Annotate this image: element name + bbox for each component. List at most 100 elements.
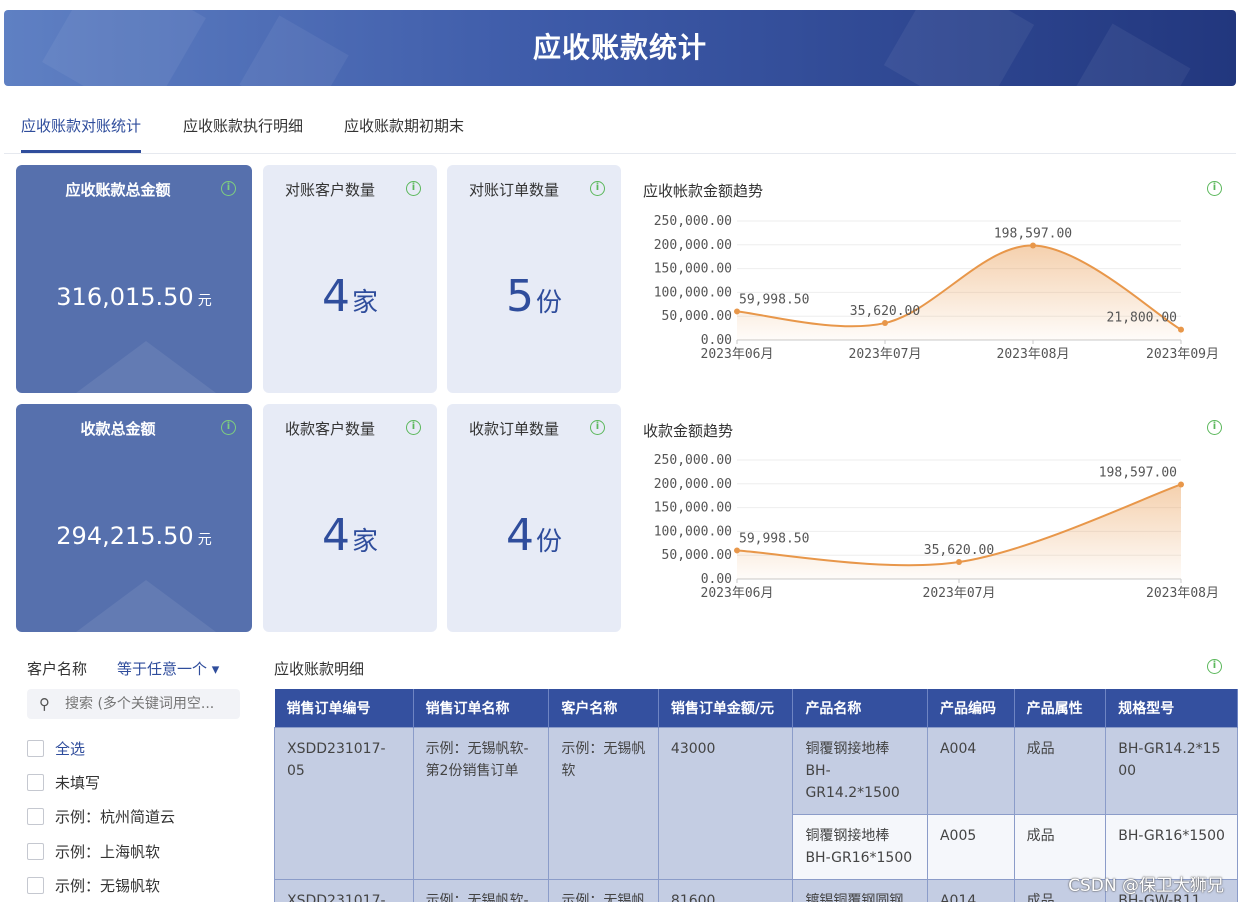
data-label: 59,998.50: [739, 292, 809, 307]
product-code-cell: A005: [926, 813, 1015, 880]
x-tick-label: 2023年07月: [849, 347, 922, 362]
data-point: [1178, 326, 1184, 333]
order-name-cell: 示例：无锡帆软-第2份销售订单: [412, 726, 550, 880]
product-name-cell: 铜覆钢接地棒BH-GR16*1500: [792, 813, 928, 880]
x-tick-label: 2023年06月: [701, 347, 774, 362]
watermark: CSDN @保卫大狮兄: [1068, 876, 1224, 896]
received-customers-card: 收款客户数量 i 4家: [263, 404, 437, 632]
data-label: 35,620.00: [850, 304, 920, 319]
y-tick-label: 50,000.00: [662, 309, 732, 324]
filter-option-label: 全选: [55, 740, 86, 758]
y-tick-label: 0.00: [701, 333, 732, 348]
info-icon[interactable]: i: [1207, 659, 1222, 674]
y-tick-label: 150,000.00: [654, 501, 732, 516]
x-tick-label: 2023年09月: [1146, 347, 1219, 362]
table-row: XSDD231017-05 示例：无锡帆软-第2份销售订单 示例：无锡帆软 43…: [274, 726, 1238, 880]
amount-unit: 元: [197, 293, 212, 309]
order-name-cell: 示例：无锡帆软-第1份销售订单: [412, 878, 550, 902]
tab-execution-details[interactable]: 应收账款执行明细: [183, 100, 303, 153]
tab-reconciliation-stats[interactable]: 应收账款对账统计: [21, 100, 142, 153]
info-icon[interactable]: i: [590, 420, 605, 435]
recon-orders-card: 对账订单数量 i 5份: [447, 165, 621, 393]
tab-opening-closing[interactable]: 应收账款期初期末: [344, 100, 464, 153]
received-trend-title: 收款金额趋势: [643, 422, 734, 440]
info-icon[interactable]: i: [406, 420, 421, 435]
y-tick-label: 200,000.00: [654, 477, 732, 492]
filter-search-input[interactable]: [65, 689, 233, 719]
data-point: [882, 320, 888, 327]
column-header[interactable]: 销售订单金额/元: [658, 689, 794, 727]
data-label: 35,620.00: [924, 543, 994, 558]
received-orders-card: 收款订单数量 i 4份: [447, 404, 621, 632]
card-title: 收款客户数量: [285, 420, 376, 438]
product-spec-cell: BH-GR16*1500: [1105, 813, 1238, 880]
x-tick-label: 2023年08月: [1146, 586, 1219, 601]
data-label: 21,800.00: [1107, 311, 1177, 326]
received-trend-chart: 0.00 50,000.00 100,000.00 150,000.00 200,000…: [654, 453, 1219, 601]
x-tick-label: 2023年08月: [997, 347, 1070, 362]
x-tick-label: 2023年06月: [701, 586, 774, 601]
card-title: 对账客户数量: [285, 181, 376, 199]
column-header[interactable]: 产品名称: [792, 689, 928, 727]
column-header[interactable]: 产品编码: [927, 689, 1015, 727]
product-attr-cell: 成品: [1013, 726, 1107, 815]
info-icon[interactable]: i: [406, 181, 421, 196]
product-code-cell: A004: [926, 726, 1015, 815]
checkbox[interactable]: [27, 877, 44, 894]
y-tick-label: 200,000.00: [654, 238, 732, 253]
card-title: 应收账款总金额: [65, 181, 171, 199]
received-orders-value: 4份: [447, 510, 621, 561]
data-label: 198,597.00: [994, 226, 1072, 241]
filter-option-label: 示例：无锡帆软: [55, 877, 161, 895]
recon-orders-value: 5份: [447, 271, 621, 322]
filter-option-label: 示例：上海帆软: [55, 843, 161, 861]
recon-customers-card: 对账客户数量 i 4家: [263, 165, 437, 393]
data-label: 198,597.00: [1099, 465, 1177, 480]
product-name-cell: 铜覆钢接地棒BH-GR14.2*1500: [792, 726, 928, 815]
header-banner: 应收账款统计: [4, 10, 1236, 86]
info-icon[interactable]: i: [590, 181, 605, 196]
data-label: 59,998.50: [739, 531, 809, 546]
data-point: [1030, 242, 1036, 249]
info-icon[interactable]: i: [221, 181, 236, 196]
checkbox[interactable]: [27, 808, 44, 825]
receivable-trend-chart: 0.00 50,000.00 100,000.00 150,000.00 200,000…: [654, 214, 1219, 362]
tab-bar: 应收账款对账统计 应收账款执行明细 应收账款期初期末: [4, 100, 1236, 154]
product-spec-cell: BH-GR14.2*1500: [1105, 726, 1238, 815]
page-title: 应收账款统计: [532, 31, 707, 64]
count-number: 5: [505, 271, 534, 322]
card-title: 收款总金额: [80, 420, 156, 438]
info-icon[interactable]: i: [221, 420, 236, 435]
product-name-cell: 镀锡铜覆钢圆钢BH-GW-R11: [792, 878, 928, 902]
count-unit: 份: [535, 288, 562, 318]
card-title: 对账订单数量: [469, 181, 560, 199]
column-header[interactable]: 销售订单编号: [274, 689, 414, 727]
column-header[interactable]: 规格型号: [1105, 689, 1238, 727]
checkbox[interactable]: [27, 774, 44, 791]
y-tick-label: 50,000.00: [662, 548, 732, 563]
data-point: [956, 559, 962, 566]
filter-search-box: ⚲: [27, 689, 240, 719]
data-point: [734, 547, 740, 554]
column-header[interactable]: 产品属性: [1014, 689, 1107, 727]
count-number: 4: [321, 271, 350, 322]
column-header[interactable]: 客户名称: [548, 689, 659, 727]
count-unit: 家: [351, 288, 378, 318]
order-no-cell: XSDD231017-04: [274, 878, 414, 902]
count-number: 4: [505, 510, 534, 561]
card-decoration: [76, 580, 216, 632]
amount-cell: 81600: [657, 878, 794, 902]
column-header[interactable]: 销售订单名称: [413, 689, 550, 727]
card-decoration: [76, 341, 216, 393]
y-tick-label: 150,000.00: [654, 262, 732, 277]
customer-cell: 示例：无锡帆软: [548, 726, 659, 880]
y-tick-label: 0.00: [701, 572, 732, 587]
count-unit: 份: [535, 527, 562, 557]
info-icon[interactable]: i: [1207, 420, 1222, 435]
count-number: 4: [321, 510, 350, 561]
filter-mode-dropdown[interactable]: 等于任意一个 ▾: [117, 658, 219, 679]
info-icon[interactable]: i: [1207, 181, 1222, 196]
checkbox[interactable]: [27, 843, 44, 860]
checkbox[interactable]: [27, 740, 44, 757]
y-tick-label: 100,000.00: [654, 285, 732, 300]
